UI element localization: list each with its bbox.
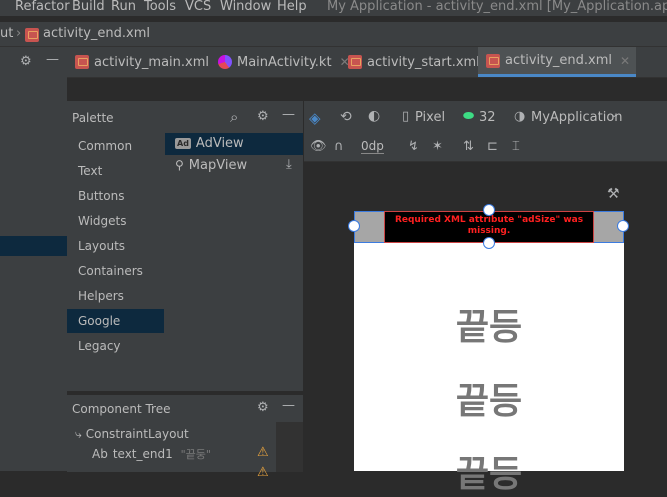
tree-scroll-gutter: [276, 422, 303, 472]
align-icon[interactable]: ⊏: [487, 139, 498, 154]
clear-constraints-icon[interactable]: ↯: [408, 139, 419, 154]
breadcrumb-prefix[interactable]: ut: [0, 26, 13, 41]
tab-label: activity_start.xml: [367, 54, 480, 70]
palette-category-containers[interactable]: Containers: [67, 259, 164, 283]
preview-text[interactable]: 끝등: [354, 298, 624, 350]
menu-window[interactable]: Window: [220, 0, 271, 14]
design-toolbar: ◈ ⟲ ◐ ▯ Pixel ⬬ 32 ◑ MyApplication ⌄: [304, 101, 667, 133]
xml-file-icon: [348, 55, 362, 69]
palette-panel: Palette ⌕ ⚙ — Common Text Buttons Widget…: [67, 101, 303, 391]
ad-badge-icon: Ad: [175, 138, 191, 149]
api-level-selector[interactable]: 32: [479, 110, 496, 125]
menu-bar: Refactor Build Run Tools VCS Window Help…: [0, 0, 667, 16]
chevron-right-icon: ›: [16, 26, 22, 41]
constraint-handle-top[interactable]: [483, 204, 495, 216]
menu-refactor[interactable]: Refactor: [15, 0, 70, 14]
download-icon[interactable]: ⤓: [286, 157, 292, 172]
xml-file-icon: [486, 53, 500, 68]
textview-icon: Ab: [92, 447, 108, 461]
window-title: My Application - activity_end.xml [My_Ap…: [327, 0, 667, 14]
tree-node-text-end1[interactable]: Ab text_end1 "끝둥": [92, 446, 211, 462]
palette-item-label: MapView: [188, 158, 248, 173]
left-tool-strip: [0, 47, 67, 471]
tab-label: activity_main.xml: [94, 54, 210, 70]
map-pin-icon: ⚲: [175, 158, 184, 172]
breadcrumb: ut › activity_end.xml: [0, 22, 667, 47]
component-tree-title: Component Tree: [72, 402, 171, 416]
warning-icon[interactable]: ⚠: [257, 445, 269, 460]
tab-activity-start[interactable]: activity_start.xml ✕: [348, 47, 498, 77]
palette-item-mapview[interactable]: ⚲ MapView: [165, 154, 303, 176]
theme-icon: ◑: [514, 109, 526, 124]
palette-category-legacy[interactable]: Legacy: [67, 334, 164, 358]
project-tree-selection[interactable]: [0, 236, 67, 256]
minimize-icon[interactable]: —: [282, 398, 295, 413]
theme-selector[interactable]: MyApplication: [531, 110, 623, 125]
menu-build[interactable]: Build: [72, 0, 105, 14]
palette-category-text[interactable]: Text: [67, 159, 164, 183]
minimize-icon[interactable]: —: [282, 107, 295, 122]
constraint-layout-icon: ⤷: [75, 427, 82, 441]
gear-icon[interactable]: ⚙: [257, 400, 269, 415]
view-options-icon[interactable]: 👁: [310, 139, 327, 154]
palette-category-helpers[interactable]: Helpers: [67, 284, 164, 308]
palette-category-buttons[interactable]: Buttons: [67, 184, 164, 208]
palette-category-google[interactable]: Google: [67, 309, 164, 333]
tab-label: MainActivity.kt: [237, 54, 332, 70]
android-icon: ⬬: [463, 109, 475, 124]
palette-category-common[interactable]: Common: [67, 134, 164, 158]
menu-tools[interactable]: Tools: [144, 0, 176, 14]
constraint-handle-left[interactable]: [348, 220, 360, 232]
warning-icon[interactable]: ⚠: [257, 465, 269, 480]
minimize-icon[interactable]: —: [46, 52, 59, 67]
tab-main-activity[interactable]: MainActivity.kt ✕: [218, 47, 350, 77]
pack-icon[interactable]: ⌶: [512, 139, 520, 154]
palette-category-layouts[interactable]: Layouts: [67, 234, 164, 258]
night-mode-icon[interactable]: ◐: [368, 108, 380, 124]
device-icon[interactable]: ▯: [402, 109, 409, 124]
tree-node-label: text_end1: [112, 447, 173, 461]
close-icon[interactable]: ✕: [620, 54, 630, 68]
preview-text[interactable]: 끝등: [354, 372, 624, 424]
orientation-icon[interactable]: ⟲: [340, 109, 352, 125]
kotlin-file-icon: [218, 55, 232, 69]
device-selector[interactable]: Pixel: [415, 110, 445, 125]
gear-icon[interactable]: ⚙: [20, 54, 32, 69]
design-toolbar-secondary: 👁 ∩ 0dp ↯ ✶ ⇅ ⊏ ⌶: [304, 133, 667, 162]
tab-activity-main[interactable]: activity_main.xml ✕: [75, 47, 227, 77]
tree-node-constraintlayout[interactable]: ⤷ ConstraintLayout: [75, 427, 189, 442]
component-tree-panel: Component Tree ⚙ — ⤷ ConstraintLayout Ab t…: [67, 394, 303, 480]
menu-help[interactable]: Help: [277, 0, 307, 14]
tree-node-label: ConstraintLayout: [85, 427, 189, 441]
editor-tab-bar: activity_main.xml ✕ MainActivity.kt ✕ ac…: [67, 47, 667, 78]
layers-icon[interactable]: ◈: [309, 109, 321, 127]
palette-category-widgets[interactable]: Widgets: [67, 209, 164, 233]
magnet-icon[interactable]: ∩: [334, 139, 344, 154]
default-margin-field[interactable]: 0dp: [361, 139, 384, 154]
palette-item-adview[interactable]: Ad AdView: [165, 133, 303, 155]
gear-icon[interactable]: ⚙: [257, 109, 269, 124]
menu-run[interactable]: Run: [111, 0, 136, 14]
chevron-down-icon: ⌄: [610, 109, 619, 120]
breadcrumb-file[interactable]: activity_end.xml: [43, 26, 150, 41]
xml-file-icon: [75, 55, 89, 69]
tab-activity-end[interactable]: activity_end.xml ✕: [478, 47, 637, 77]
palette-title: Palette: [72, 111, 114, 125]
wrench-icon[interactable]: ⚒: [607, 186, 620, 202]
menu-vcs[interactable]: VCS: [185, 0, 211, 14]
tab-label: activity_end.xml: [505, 53, 613, 68]
palette-item-label: AdView: [195, 136, 244, 151]
preview-text[interactable]: 끝등: [354, 445, 624, 497]
infer-constraints-icon[interactable]: ✶: [432, 139, 443, 154]
search-icon[interactable]: ⌕: [230, 108, 238, 126]
constraint-handle-right[interactable]: [617, 220, 629, 232]
guidelines-icon[interactable]: ⇅: [463, 139, 474, 154]
xml-file-icon: [25, 27, 44, 46]
tree-node-value: "끝둥": [180, 448, 211, 461]
ad-error-message: Required XML attribute "adSize" was miss…: [394, 215, 584, 236]
constraint-handle-bottom[interactable]: [483, 237, 495, 249]
